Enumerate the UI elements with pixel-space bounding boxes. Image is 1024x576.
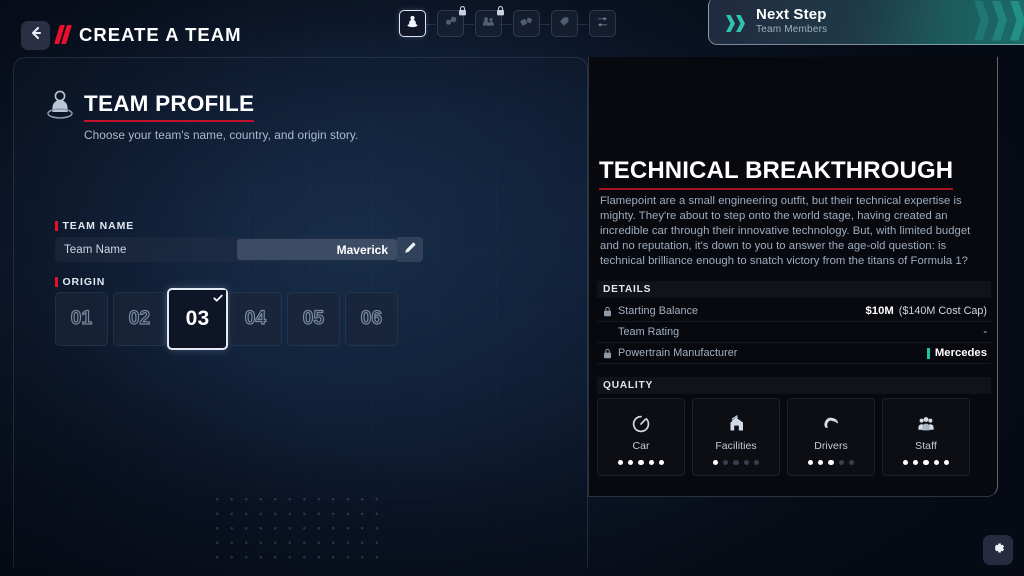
origin-description: Flamepoint are a small engineering outfi… bbox=[600, 195, 971, 267]
people-icon bbox=[481, 14, 496, 34]
team-name-label: Team Name bbox=[64, 243, 127, 256]
car-flag-icon bbox=[519, 14, 534, 34]
lock-icon bbox=[495, 4, 506, 16]
team-profile-icon bbox=[45, 88, 75, 122]
origin-title: TECHNICAL BREAKTHROUGH bbox=[599, 157, 954, 190]
detail-value-strong: $10M bbox=[865, 305, 894, 317]
next-step-button[interactable]: Next Step Team Members bbox=[708, 0, 1024, 45]
step-connector bbox=[463, 23, 474, 25]
step-team-members[interactable] bbox=[475, 6, 512, 37]
details-heading: DETAILS bbox=[597, 281, 991, 298]
origin-card-number: 04 bbox=[244, 307, 267, 329]
step-connector bbox=[425, 23, 436, 25]
quality-label: Car bbox=[632, 440, 650, 452]
quality-dots bbox=[903, 460, 949, 466]
quality-dots bbox=[808, 460, 854, 466]
origin-card-01[interactable]: 01 bbox=[55, 292, 108, 346]
quality-card-facilities: Facilities bbox=[692, 398, 780, 476]
detail-label: Powertrain Manufacturer bbox=[618, 347, 738, 359]
pencil-icon bbox=[404, 241, 417, 259]
top-bar: CREATE A TEAM Next Step Team Members bbox=[0, 0, 1024, 57]
quality-card-list: Car Facilities Drivers Staff bbox=[597, 398, 970, 476]
origin-card-04[interactable]: 04 bbox=[229, 292, 282, 346]
step-car-development[interactable] bbox=[437, 6, 474, 37]
quality-label: Facilities bbox=[715, 440, 757, 452]
team-name-section-label: TEAM NAME bbox=[55, 220, 134, 232]
detail-label: Team Rating bbox=[618, 326, 680, 338]
next-step-subtitle: Team Members bbox=[756, 24, 828, 35]
step-team-profile[interactable] bbox=[399, 10, 436, 37]
step-connector bbox=[577, 23, 588, 25]
origin-card-number: 06 bbox=[360, 307, 383, 329]
section-header: TEAM PROFILE Choose your team's name, co… bbox=[45, 88, 358, 142]
origin-card-number: 02 bbox=[128, 307, 151, 329]
origin-card-06[interactable]: 06 bbox=[345, 292, 398, 346]
people-group-icon bbox=[916, 413, 936, 435]
step-connector bbox=[501, 23, 512, 25]
lock-icon bbox=[603, 306, 612, 317]
manufacturer-color-bar bbox=[927, 347, 930, 359]
origin-info-panel: TECHNICAL BREAKTHROUGH Flamepoint are a … bbox=[588, 57, 998, 497]
double-chevron-right-icon bbox=[726, 15, 745, 32]
team-name-value: Maverick bbox=[336, 242, 388, 257]
tag-icon bbox=[557, 14, 572, 34]
origin-card-number: 01 bbox=[70, 307, 93, 329]
team-profile-panel: TEAM PROFILE Choose your team's name, co… bbox=[13, 57, 588, 567]
lock-icon bbox=[457, 4, 468, 16]
origin-section-label: ORIGIN bbox=[55, 276, 105, 288]
settings-button[interactable] bbox=[983, 535, 1013, 565]
origin-card-number: 05 bbox=[302, 307, 325, 329]
quality-card-car: Car bbox=[597, 398, 685, 476]
origin-card-05[interactable]: 05 bbox=[287, 292, 340, 346]
quality-card-drivers: Drivers bbox=[787, 398, 875, 476]
page-subtitle: Choose your team's name, country, and or… bbox=[84, 128, 359, 142]
origin-card-02[interactable]: 02 bbox=[113, 292, 166, 346]
factory-icon bbox=[726, 413, 746, 435]
detail-row-team-rating: Team Rating - bbox=[597, 322, 991, 343]
detail-value-strong: Mercedes bbox=[934, 347, 987, 359]
speedometer-icon bbox=[631, 413, 651, 435]
quality-dots bbox=[713, 460, 759, 466]
header-title: CREATE A TEAM bbox=[79, 24, 242, 45]
detail-label: Starting Balance bbox=[618, 305, 699, 317]
check-icon bbox=[207, 290, 226, 308]
origin-card-03[interactable]: 03 bbox=[167, 288, 228, 350]
back-button[interactable] bbox=[21, 21, 50, 50]
sliders-icon bbox=[595, 14, 610, 34]
detail-row-starting-balance: Starting Balance $10M ($140M Cost Cap) bbox=[597, 301, 991, 322]
arrow-left-icon bbox=[29, 26, 43, 45]
detail-row-powertrain-manufacturer: Powertrain Manufacturer Mercedes bbox=[597, 343, 991, 364]
lock-icon bbox=[603, 348, 612, 359]
page-title: TEAM PROFILE bbox=[84, 91, 255, 122]
quality-card-staff: Staff bbox=[882, 398, 970, 476]
step-connector bbox=[539, 23, 550, 25]
quality-heading: QUALITY bbox=[597, 377, 991, 394]
next-step-title: Next Step bbox=[756, 6, 827, 23]
team-name-field-row[interactable]: Team Name Maverick bbox=[55, 237, 423, 262]
gear-icon bbox=[990, 540, 1006, 561]
step-settings[interactable] bbox=[589, 10, 616, 37]
step-branding[interactable] bbox=[551, 10, 588, 37]
chevron-decor-icon bbox=[974, 0, 1024, 44]
quality-label: Staff bbox=[915, 440, 937, 452]
detail-value-rest: - bbox=[983, 326, 987, 338]
step-sponsors[interactable] bbox=[513, 10, 550, 37]
quality-label: Drivers bbox=[814, 440, 848, 452]
brand-slashes-icon bbox=[54, 25, 72, 44]
team-name-input[interactable]: Maverick bbox=[237, 239, 397, 260]
origin-card-number: 03 bbox=[185, 307, 210, 330]
step-indicator-list bbox=[399, 6, 616, 37]
origin-card-list: 01 02 03 04 05 06 bbox=[55, 288, 398, 350]
person-icon bbox=[405, 14, 420, 34]
helmet-icon bbox=[821, 413, 841, 435]
edit-team-name-button[interactable] bbox=[397, 237, 423, 262]
detail-value-rest: ($140M Cost Cap) bbox=[898, 305, 987, 317]
gear-car-icon bbox=[443, 14, 458, 34]
quality-dots bbox=[618, 460, 664, 466]
